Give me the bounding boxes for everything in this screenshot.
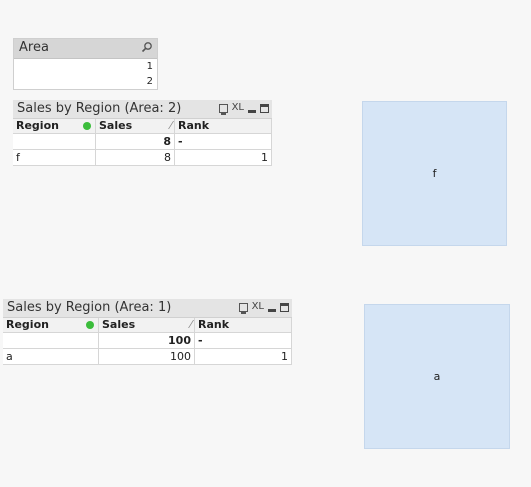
total-rank-cell: -	[175, 134, 272, 149]
header-rank[interactable]: Rank	[175, 119, 272, 133]
table-row[interactable]: f 8 1	[13, 150, 272, 166]
excel-icon[interactable]: XL	[252, 301, 264, 313]
totals-row: 8 -	[13, 134, 272, 150]
sales-by-region-area2-table: Sales by Region (Area: 2) XL Region Sale…	[13, 100, 272, 166]
listbox-title: Area	[19, 40, 49, 55]
table-row[interactable]: a 100 1	[3, 349, 292, 365]
total-sales-cell: 100	[99, 333, 195, 348]
sales-cell: 100	[99, 349, 195, 364]
header-label: Region	[16, 119, 59, 132]
header-rank[interactable]: Rank	[195, 318, 292, 332]
header-label: Rank	[178, 119, 210, 132]
maximize-icon[interactable]	[280, 302, 289, 312]
listbox-value[interactable]: 1	[14, 59, 157, 74]
listbox-value[interactable]: 2	[14, 74, 157, 89]
rank-cell: 1	[175, 150, 272, 165]
table-caption[interactable]: Sales by Region (Area: 1) XL	[3, 299, 292, 318]
total-region-cell	[13, 134, 96, 149]
header-region[interactable]: Region	[13, 119, 96, 133]
selection-dot-icon	[83, 122, 91, 130]
print-icon[interactable]	[218, 103, 228, 115]
excel-icon[interactable]: XL	[232, 102, 244, 114]
header-label: Sales	[99, 119, 133, 132]
selection-dot-icon	[86, 321, 94, 329]
region-cell[interactable]: a	[3, 349, 99, 364]
table-header-row: Region Sales ⁄ Rank	[3, 318, 292, 333]
totals-row: 100 -	[3, 333, 292, 349]
table-title: Sales by Region (Area: 2)	[17, 101, 182, 116]
table-header-row: Region Sales ⁄ Rank	[13, 119, 272, 134]
maximize-icon[interactable]	[260, 103, 269, 113]
header-region[interactable]: Region	[3, 318, 99, 332]
print-icon[interactable]	[238, 302, 248, 314]
minimize-icon[interactable]	[268, 308, 276, 312]
total-sales-cell: 8	[96, 134, 175, 149]
rank-cell: 1	[195, 349, 292, 364]
region-cell[interactable]: f	[13, 150, 96, 165]
sales-by-region-area1-table: Sales by Region (Area: 1) XL Region Sale…	[3, 299, 292, 365]
table-caption[interactable]: Sales by Region (Area: 2) XL	[13, 100, 272, 119]
area-listbox[interactable]: Area 1 2	[13, 38, 158, 90]
header-sales[interactable]: Sales ⁄	[99, 318, 195, 332]
total-region-cell	[3, 333, 99, 348]
header-label: Sales	[102, 318, 136, 331]
minimize-icon[interactable]	[248, 109, 256, 113]
sales-cell: 8	[96, 150, 175, 165]
table-title: Sales by Region (Area: 1)	[7, 300, 172, 315]
text-object-bottom[interactable]: a	[364, 304, 510, 449]
listbox-caption[interactable]: Area	[14, 39, 157, 59]
header-sales[interactable]: Sales ⁄	[96, 119, 175, 133]
header-label: Rank	[198, 318, 230, 331]
search-icon[interactable]	[141, 41, 153, 53]
sort-indicator-icon: ⁄	[190, 318, 192, 331]
header-label: Region	[6, 318, 49, 331]
sort-indicator-icon: ⁄	[170, 119, 172, 132]
text-object-top[interactable]: f	[362, 101, 507, 246]
text-object-label: f	[432, 167, 437, 180]
total-rank-cell: -	[195, 333, 292, 348]
text-object-label: a	[433, 370, 441, 383]
